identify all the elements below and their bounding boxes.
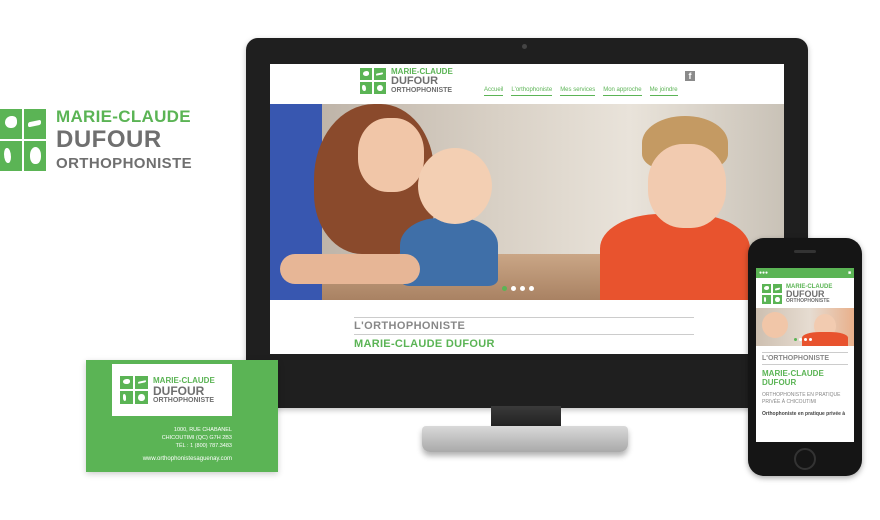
mobile-phone: ●●●■ MARIE-CLAUDE DUFOUR ORTHOPHONISTE xyxy=(748,238,862,476)
slider-dot[interactable] xyxy=(804,338,807,341)
card-address-line-1: 1000, RUE CHABANEL xyxy=(173,427,232,433)
site-logo[interactable]: MARIE-CLAUDE DUFOUR ORTHOPHONISTE xyxy=(360,68,453,94)
monitor-screen: MARIE-CLAUDE DUFOUR ORTHOPHONISTE f Accu… xyxy=(270,64,784,354)
card-logo-box: MARIE-CLAUDE DUFOUR ORTHOPHONISTE xyxy=(112,364,232,416)
site-logo-line-3: ORTHOPHONISTE xyxy=(391,87,453,94)
card-address: 1000, RUE CHABANEL CHICOUTIMI (QC) G7H 2… xyxy=(162,426,232,450)
logo-line-3: ORTHOPHONISTE xyxy=(56,155,193,172)
slider-dots xyxy=(502,286,534,291)
phone-screen: ●●●■ MARIE-CLAUDE DUFOUR ORTHOPHONISTE xyxy=(756,268,854,442)
logo-mark-icon xyxy=(360,68,386,94)
site-logo-line-2: DUFOUR xyxy=(391,75,439,87)
slider-dot[interactable] xyxy=(520,286,525,291)
nav-item-accueil[interactable]: Accueil xyxy=(484,87,504,96)
slider-dot[interactable] xyxy=(799,338,802,341)
site-nav: Accueil L'orthophoniste Mes services Mon… xyxy=(484,87,678,96)
card-logo: MARIE-CLAUDE DUFOUR ORTHOPHONISTE xyxy=(120,376,215,404)
camera-icon xyxy=(522,44,527,49)
slider-dot[interactable] xyxy=(809,338,812,341)
logo-mark-icon xyxy=(0,108,46,171)
logo-line-2: DUFOUR xyxy=(56,126,162,153)
nav-item-approche[interactable]: Mon approche xyxy=(603,87,642,96)
phone-slider-dots xyxy=(794,338,812,341)
section-heading: L'ORTHOPHONISTE xyxy=(354,317,694,335)
phone-logo[interactable]: MARIE-CLAUDE DUFOUR ORTHOPHONISTE xyxy=(756,278,854,308)
phone-tagline: ORTHOPHONISTE EN PRATIQUE PRIVÉE À CHICO… xyxy=(762,392,841,405)
phone-heading: L'ORTHOPHONISTE xyxy=(762,352,848,365)
hero-image xyxy=(270,104,784,300)
card-logo-line-2: DUFOUR xyxy=(153,383,205,398)
card-url: www.orthophonistesaguenay.com xyxy=(142,456,232,462)
phone-subheading-line-2: DUFOUR xyxy=(762,378,797,387)
business-card: MARIE-CLAUDE DUFOUR ORTHOPHONISTE 1000, … xyxy=(86,360,278,472)
phone-subheading-line-1: MARIE-CLAUDE xyxy=(762,369,824,378)
card-phone: TÉL : 1 (800) 787.3483 xyxy=(175,443,232,449)
nav-item-orthophoniste[interactable]: L'orthophoniste xyxy=(511,87,553,96)
logo-line-1: MARIE-CLAUDE xyxy=(56,107,191,126)
speaker-icon xyxy=(794,250,816,253)
card-logo-line-3: ORTHOPHONISTE xyxy=(153,396,215,404)
phone-logo-line-3: ORTHOPHONISTE xyxy=(786,298,830,304)
section-subheading: MARIE-CLAUDE DUFOUR xyxy=(354,338,495,350)
status-bar: ●●● ■ xyxy=(756,268,854,278)
site-content: L'ORTHOPHONISTE MARIE-CLAUDE DUFOUR xyxy=(270,300,784,354)
monitor-base xyxy=(422,426,628,452)
card-address-line-2: CHICOUTIMI (QC) G7H 2B3 xyxy=(161,435,232,441)
nav-item-services[interactable]: Mes services xyxy=(560,87,596,96)
brand-logo: MARIE-CLAUDE DUFOUR ORTHOPHONISTE xyxy=(0,108,192,171)
phone-hero-image xyxy=(756,308,854,346)
logo-mark-icon xyxy=(762,284,782,304)
facebook-icon[interactable]: f xyxy=(685,71,695,81)
phone-content: L'ORTHOPHONISTE MARIE-CLAUDE DUFOUR ORTH… xyxy=(756,346,854,423)
slider-dot[interactable] xyxy=(511,286,516,291)
slider-dot[interactable] xyxy=(794,338,797,341)
site-header: MARIE-CLAUDE DUFOUR ORTHOPHONISTE f Accu… xyxy=(270,64,784,104)
nav-item-joindre[interactable]: Me joindre xyxy=(649,87,678,96)
logo-mark-icon xyxy=(120,376,148,404)
desktop-monitor: MARIE-CLAUDE DUFOUR ORTHOPHONISTE f Accu… xyxy=(246,38,808,408)
slider-dot[interactable] xyxy=(529,286,534,291)
slider-dot[interactable] xyxy=(502,286,507,291)
home-button[interactable] xyxy=(794,448,816,470)
phone-subheading: MARIE-CLAUDE DUFOUR xyxy=(762,369,848,387)
stage: MARIE-CLAUDE DUFOUR ORTHOPHONISTE MARIE-… xyxy=(0,0,880,520)
phone-paragraph: Orthophoniste en pratique privée à xyxy=(762,411,846,417)
